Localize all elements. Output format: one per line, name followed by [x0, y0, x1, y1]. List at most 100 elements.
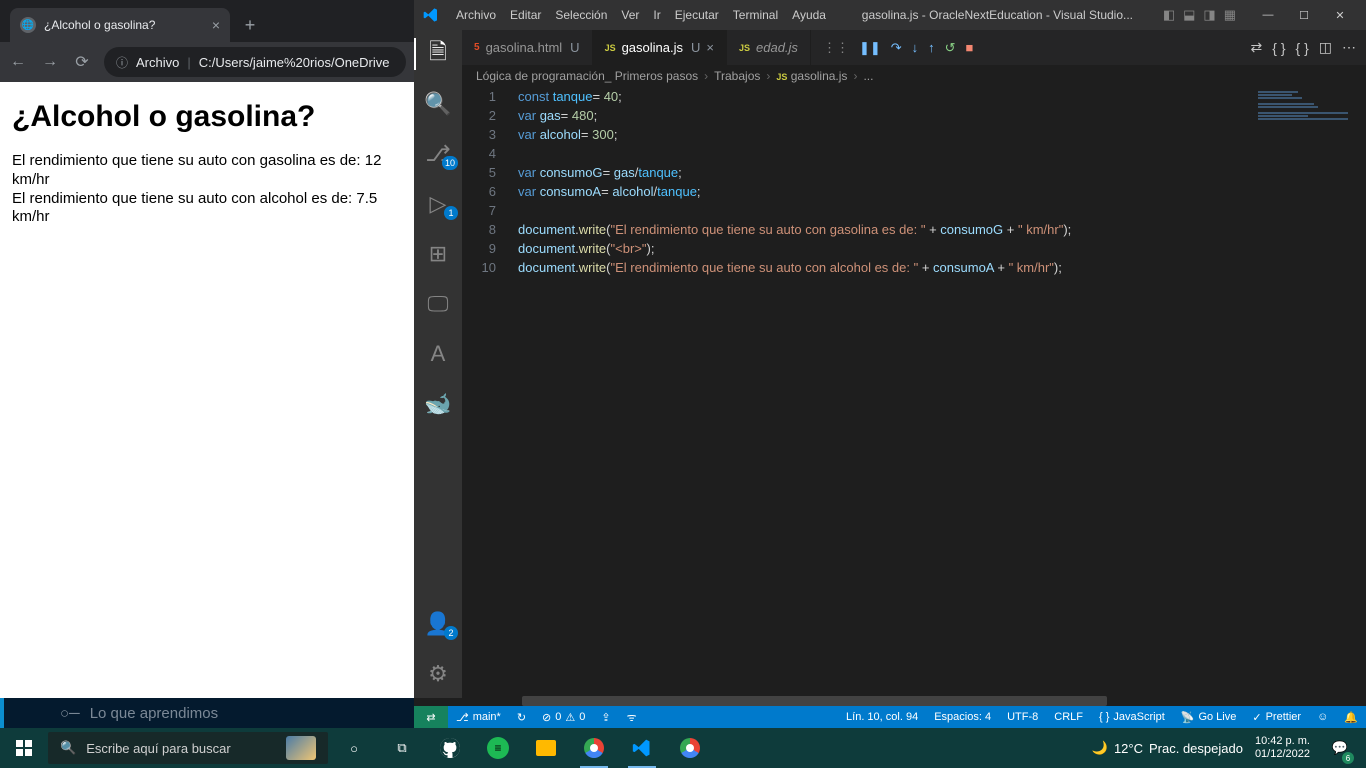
action-center-icon[interactable]: 💬6 — [1322, 728, 1358, 768]
system-tray: 🌙 12°C Prac. despejado 10:42 p. m. 01/12… — [1092, 728, 1366, 768]
start-button[interactable] — [0, 728, 48, 768]
menu-archivo[interactable]: Archivo — [450, 8, 502, 22]
port-icon[interactable]: ᯤ — [619, 710, 645, 725]
remote-indicator[interactable]: ⇄ — [414, 706, 448, 728]
settings-gear-icon[interactable]: ⚙ — [414, 658, 462, 690]
close-icon[interactable]: × — [212, 17, 220, 33]
editor-tab-gasolina-js[interactable]: JSgasolina.jsU× — [593, 30, 727, 65]
code-content[interactable]: const tanque= 40;var gas= 480;var alcoho… — [518, 87, 1246, 277]
back-button[interactable]: ← — [8, 53, 28, 71]
breadcrumb-seg[interactable]: Lógica de programación_ Primeros pasos — [476, 69, 698, 83]
menu-editar[interactable]: Editar — [504, 8, 547, 22]
debug-pause-icon[interactable]: ❚❚ — [859, 40, 881, 56]
new-tab-button[interactable]: + — [236, 11, 264, 39]
toggle-panel-left-icon[interactable]: ◧ — [1163, 7, 1175, 23]
azure-icon[interactable]: A — [414, 338, 462, 370]
task-view-icon[interactable]: ⧉ — [380, 728, 424, 768]
debug-stop-icon[interactable]: ■ — [966, 40, 974, 55]
alura-text: Lo que aprendimos — [90, 705, 218, 722]
problems[interactable]: ⊘ 0 ⚠ 0 — [534, 711, 593, 724]
breadcrumb-seg[interactable]: ... — [863, 69, 873, 83]
cortana-icon[interactable]: ○ — [332, 728, 376, 768]
window-title: gasolina.js - OracleNextEducation - Visu… — [836, 8, 1159, 22]
taskbar-search[interactable]: 🔍 Escribe aquí para buscar — [48, 732, 328, 764]
prettier[interactable]: ✓ Prettier — [1244, 711, 1309, 724]
editor-tab-edad-js[interactable]: JSedad.js — [727, 30, 811, 65]
menu-ayuda[interactable]: Ayuda — [786, 8, 832, 22]
accounts-icon[interactable]: 👤2 — [414, 608, 462, 640]
horizontal-scrollbar[interactable] — [522, 696, 1236, 706]
maximize-button[interactable]: ☐ — [1286, 0, 1322, 30]
close-icon[interactable]: × — [706, 40, 714, 55]
menu-terminal[interactable]: Terminal — [727, 8, 784, 22]
go-live[interactable]: 📡 Go Live — [1173, 711, 1245, 724]
language-mode[interactable]: { } JavaScript — [1091, 711, 1173, 724]
indent[interactable]: Espacios: 4 — [926, 711, 999, 724]
chrome-icon-2[interactable] — [668, 728, 712, 768]
layout-icon[interactable]: ▦ — [1224, 7, 1236, 23]
explorer-icon[interactable]: 🗎 — [414, 38, 462, 70]
split-editor-icon[interactable]: ◫ — [1319, 39, 1332, 56]
compare-icon[interactable]: ⇄ — [1251, 39, 1263, 56]
file-explorer-icon[interactable] — [524, 728, 568, 768]
feedback-icon[interactable]: ☺ — [1309, 711, 1336, 724]
toggle-panel-right-icon[interactable]: ◨ — [1203, 7, 1215, 23]
vscode-menubar: ArchivoEditarSelecciónVerIrEjecutarTermi… — [450, 8, 832, 22]
extensions-icon[interactable]: ⊞ — [414, 238, 462, 270]
omnibox-prefix: Archivo — [136, 55, 179, 70]
close-button[interactable]: ✕ — [1322, 0, 1358, 30]
spotify-icon[interactable]: ≡ — [476, 728, 520, 768]
vscode-statusbar: ⇄ ⎇ main* ↻ ⊘ 0 ⚠ 0 ⇪ ᯤ Lín. 10, col. 94… — [414, 706, 1366, 728]
menu-ejecutar[interactable]: Ejecutar — [669, 8, 725, 22]
weather-desc: Prac. despejado — [1149, 741, 1243, 756]
sync-button[interactable]: ↻ — [509, 711, 534, 724]
minimap[interactable] — [1250, 87, 1350, 708]
search-highlight-icon — [286, 736, 316, 760]
cursor-position[interactable]: Lín. 10, col. 94 — [838, 711, 926, 724]
breadcrumb-seg[interactable]: Trabajos — [714, 69, 760, 83]
encoding[interactable]: UTF-8 — [999, 711, 1046, 724]
docker-icon[interactable]: 🐋 — [414, 388, 462, 420]
notifications-icon[interactable]: 🔔 — [1336, 711, 1366, 724]
debug-toolbar: ⋮⋮ ❚❚ ↷ ↓ ↑ ↺ ■ — [811, 30, 985, 65]
editor-area[interactable]: 12345678910 const tanque= 40;var gas= 48… — [462, 87, 1366, 708]
clock[interactable]: 10:42 p. m. 01/12/2022 — [1255, 735, 1310, 760]
vscode-taskbar-icon[interactable] — [620, 728, 664, 768]
page-title: ¿Alcohol o gasolina? — [12, 100, 402, 134]
menu-ver[interactable]: Ver — [615, 8, 645, 22]
debug-step-out-icon[interactable]: ↑ — [928, 40, 935, 55]
run-debug-icon[interactable]: ▷1 — [414, 188, 462, 220]
braces-icon-2[interactable]: { } — [1296, 40, 1309, 56]
debug-drag-icon[interactable]: ⋮⋮ — [823, 40, 849, 56]
menu-ir[interactable]: Ir — [647, 8, 666, 22]
debug-restart-icon[interactable]: ↺ — [945, 40, 956, 56]
editor-tab-gasolina-html[interactable]: 5gasolina.htmlU — [462, 30, 593, 65]
alura-footer: ○─ Lo que aprendimos — [0, 698, 414, 728]
menu-selección[interactable]: Selección — [549, 8, 613, 22]
live-share-icon[interactable]: ⇪ — [593, 711, 618, 724]
taskbar-pinned: ○ ⧉ ≡ — [332, 728, 712, 768]
source-control-icon[interactable]: ⎇10 — [414, 138, 462, 170]
forward-button[interactable]: → — [40, 53, 60, 71]
remote-explorer-icon[interactable]: 🖵 — [414, 288, 462, 320]
chrome-icon[interactable] — [572, 728, 616, 768]
more-actions-icon[interactable]: ⋯ — [1342, 39, 1356, 56]
weather-widget[interactable]: 🌙 12°C Prac. despejado — [1092, 740, 1243, 756]
debug-step-into-icon[interactable]: ↓ — [912, 40, 919, 55]
github-icon[interactable] — [428, 728, 472, 768]
toggle-panel-bottom-icon[interactable]: ⬓ — [1183, 7, 1195, 23]
eol[interactable]: CRLF — [1046, 711, 1091, 724]
braces-icon[interactable]: { } — [1272, 40, 1285, 56]
breadcrumbs[interactable]: Lógica de programación_ Primeros pasos›T… — [462, 65, 1246, 87]
clock-date: 01/12/2022 — [1255, 748, 1310, 761]
chrome-tab[interactable]: 🌐 ¿Alcohol o gasolina? × — [10, 8, 230, 42]
debug-step-over-icon[interactable]: ↷ — [891, 40, 902, 56]
vertical-scrollbar[interactable] — [1352, 87, 1366, 708]
search-icon[interactable]: 🔍 — [414, 88, 462, 120]
git-branch[interactable]: ⎇ main* — [448, 711, 509, 724]
reload-button[interactable]: ⟳ — [72, 52, 92, 72]
address-bar[interactable]: ⓘ Archivo | C:/Users/jaime%20rios/OneDri… — [104, 47, 406, 77]
debug-badge: 1 — [444, 206, 458, 220]
breadcrumb-seg[interactable]: JS gasolina.js — [776, 69, 847, 83]
minimize-button[interactable]: — — [1250, 0, 1286, 30]
